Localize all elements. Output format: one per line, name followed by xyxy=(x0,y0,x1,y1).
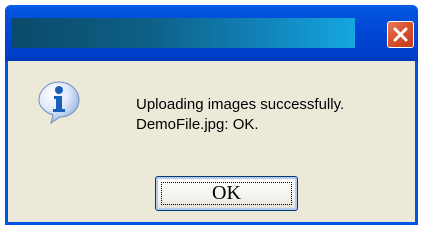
ok-button[interactable]: OK xyxy=(155,176,298,211)
message-line: DemoFile.jpg: OK. xyxy=(136,116,259,133)
dialog-message: Uploading images successfully. DemoFile.… xyxy=(136,95,344,135)
close-icon xyxy=(393,27,408,42)
close-button[interactable] xyxy=(387,21,414,48)
message-dialog: Uploading images successfully. DemoFile.… xyxy=(5,5,418,225)
title-bar[interactable] xyxy=(5,5,418,61)
ok-button-label: OK xyxy=(212,182,241,204)
message-line: Uploading images successfully. xyxy=(136,96,345,113)
window-title xyxy=(11,18,355,48)
info-icon xyxy=(38,81,80,124)
